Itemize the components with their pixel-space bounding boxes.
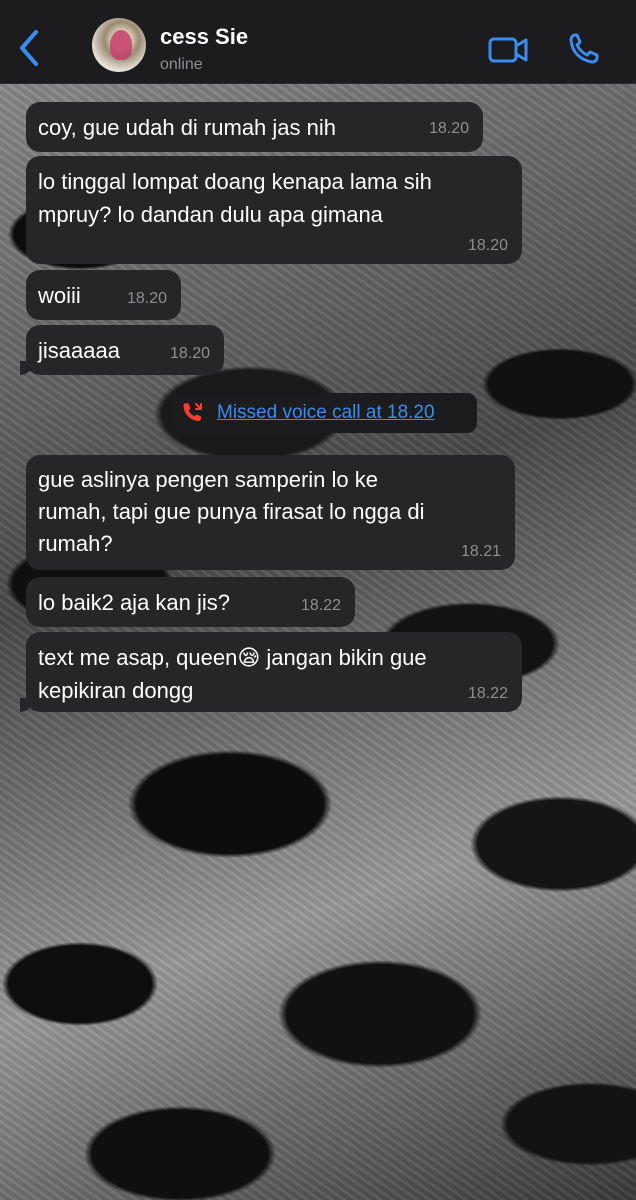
- message-time: 18.20: [169, 345, 210, 362]
- chat-header: cess Sie online: [0, 0, 636, 84]
- message-bubble[interactable]: lo tinggal lompat doang kenapa lama sih …: [26, 156, 522, 264]
- contact-status: online: [160, 56, 203, 73]
- message-bubble[interactable]: lo baik2 aja kan jis? 18.22: [26, 577, 355, 627]
- message-bubble[interactable]: text me asap, queen😪 jangan bikin gue ke…: [20, 632, 522, 712]
- message-bubble[interactable]: woiii 18.20: [26, 270, 181, 320]
- message-bubble[interactable]: gue aslinya pengen samperin lo ke rumah,…: [26, 455, 515, 570]
- voice-call-button[interactable]: [566, 28, 602, 68]
- missed-call-label[interactable]: Missed voice call at 18.20: [217, 402, 435, 424]
- message-text: lo tinggal lompat doang kenapa lama sih …: [38, 169, 432, 227]
- message-time: 18.20: [428, 120, 469, 137]
- message-bubble[interactable]: jisaaaaa 18.20: [20, 325, 224, 375]
- phone-icon: [569, 33, 599, 64]
- video-camera-icon: [488, 37, 528, 63]
- chevron-left-icon: [20, 30, 38, 66]
- message-text: coy, gue udah di rumah jas nih: [38, 115, 336, 140]
- message-time: 18.20: [467, 237, 508, 254]
- message-time: 18.22: [300, 597, 341, 614]
- sleepy-face-emoji: 😪: [237, 645, 261, 670]
- message-text-part: text me asap, queen: [38, 645, 238, 670]
- message-bubble[interactable]: coy, gue udah di rumah jas nih 18.20: [26, 102, 483, 152]
- message-time: 18.22: [467, 685, 508, 702]
- video-call-button[interactable]: [486, 30, 530, 70]
- message-time: 18.21: [460, 543, 501, 560]
- message-text: gue aslinya pengen samperin lo ke rumah,…: [38, 467, 425, 556]
- contact-name[interactable]: cess Sie: [160, 24, 248, 50]
- missed-call-icon: [183, 403, 202, 421]
- missed-call-notice[interactable]: Missed voice call at 18.20: [169, 393, 477, 433]
- message-text: text me asap, queen😪 jangan bikin gue ke…: [38, 641, 510, 707]
- back-button[interactable]: [14, 28, 44, 68]
- avatar[interactable]: [92, 18, 146, 72]
- message-text: lo baik2 aja kan jis?: [38, 590, 231, 615]
- message-time: 18.20: [126, 290, 167, 307]
